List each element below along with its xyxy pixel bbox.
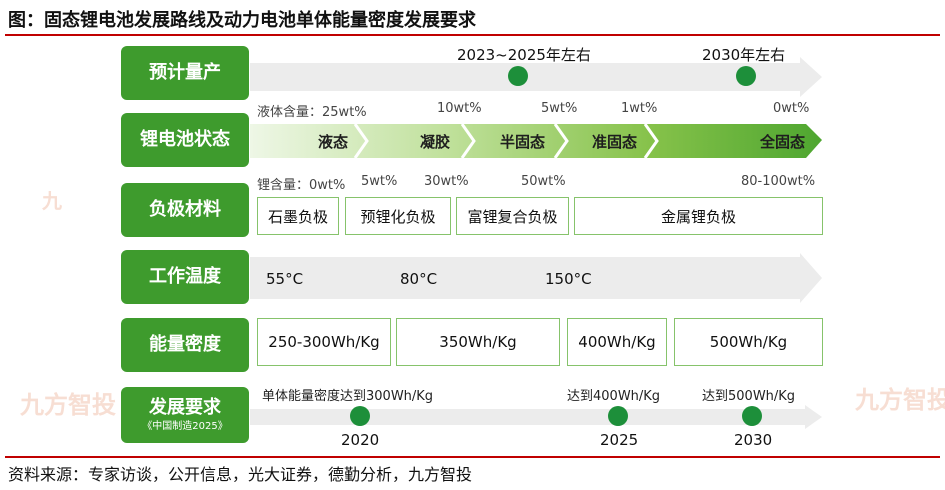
state-gel: 凝胶: [420, 133, 451, 151]
year-2030: 2030: [734, 431, 773, 449]
lithium-content-4: 80-100wt%: [741, 174, 816, 189]
row-sublabel: 《中国制造2025》: [142, 420, 228, 432]
liquid-content-2: 5wt%: [541, 101, 578, 116]
row-label-text: 负极材料: [149, 198, 221, 220]
row-label-energy-density: 能量密度: [121, 318, 249, 372]
target-500: 达到500Wh/Kg: [702, 389, 796, 404]
watermark-right: 九方智投: [855, 386, 945, 414]
year-2020: 2020: [341, 431, 380, 449]
state-quasi-solid: 准固态: [592, 133, 638, 151]
target-400: 达到400Wh/Kg: [567, 389, 661, 404]
target-300: 单体能量密度达到300Wh/Kg: [262, 389, 434, 404]
year-dot-2020: [350, 406, 370, 426]
year-dot-2025: [608, 406, 628, 426]
row-label-requirements: 发展要求 《中国制造2025》: [121, 387, 249, 443]
year-dot-2030: [742, 406, 762, 426]
row-label-text: 工作温度: [149, 265, 221, 287]
milestone-label-2030: 2030年左右: [702, 46, 786, 64]
bottom-rule: [5, 456, 940, 458]
energy-box-350: 350Wh/Kg: [396, 318, 560, 366]
row-label-text: 能量密度: [149, 333, 221, 355]
year-2025: 2025: [600, 431, 639, 449]
row-label-anode: 负极材料: [121, 183, 249, 237]
row-label-text: 锂电池状态: [140, 128, 230, 150]
milestone-dot-2030: [736, 66, 756, 86]
milestone-dot-2023: [508, 66, 528, 86]
row-label-text: 发展要求: [149, 396, 221, 418]
row-label-battery-state: 锂电池状态: [121, 113, 249, 167]
row-label-text: 预计量产: [149, 61, 221, 83]
state-semi-solid: 半固态: [500, 133, 546, 151]
lithium-content-2: 30wt%: [424, 174, 469, 189]
energy-box-500: 500Wh/Kg: [674, 318, 823, 366]
state-liquid: 液态: [318, 133, 349, 151]
lithium-content-3: 50wt%: [521, 174, 566, 189]
watermark-left: 九方智投: [20, 391, 116, 419]
milestone-label-2023: 2023~2025年左右: [457, 46, 591, 64]
temperature-80: 80°C: [400, 270, 438, 288]
temperature-150: 150°C: [545, 270, 592, 288]
liquid-content-1: 10wt%: [437, 101, 482, 116]
state-all-solid: 全固态: [760, 133, 806, 151]
liquid-content-0: 液体含量：25wt%: [257, 105, 367, 120]
anode-box-lithium-metal: 金属锂负极: [574, 197, 823, 235]
top-rule: [5, 34, 940, 36]
lithium-content-1: 5wt%: [361, 174, 398, 189]
watermark-faint: 九: [42, 189, 62, 213]
liquid-content-4: 0wt%: [773, 101, 810, 116]
anode-box-lithium-rich: 富锂复合负极: [456, 197, 569, 235]
temperature-arrow: [250, 253, 822, 303]
row-label-mass-production: 预计量产: [121, 46, 249, 100]
requirements-arrow: [250, 405, 822, 429]
lithium-content-0: 锂含量：0wt%: [257, 178, 346, 193]
energy-box-400: 400Wh/Kg: [567, 318, 667, 366]
source-note: 资料来源：专家访谈，公开信息，光大证券，德勤分析，九方智投: [8, 465, 473, 484]
liquid-content-3: 1wt%: [621, 101, 658, 116]
row-label-temperature: 工作温度: [121, 250, 249, 304]
temperature-55: 55°C: [266, 270, 304, 288]
energy-box-250-300: 250-300Wh/Kg: [257, 318, 391, 366]
figure-title: 图：固态锂电池发展路线及动力电池单体能量密度发展要求: [8, 10, 476, 31]
anode-box-graphite: 石墨负极: [257, 197, 339, 235]
anode-box-prelithiated: 预锂化负极: [345, 197, 451, 235]
